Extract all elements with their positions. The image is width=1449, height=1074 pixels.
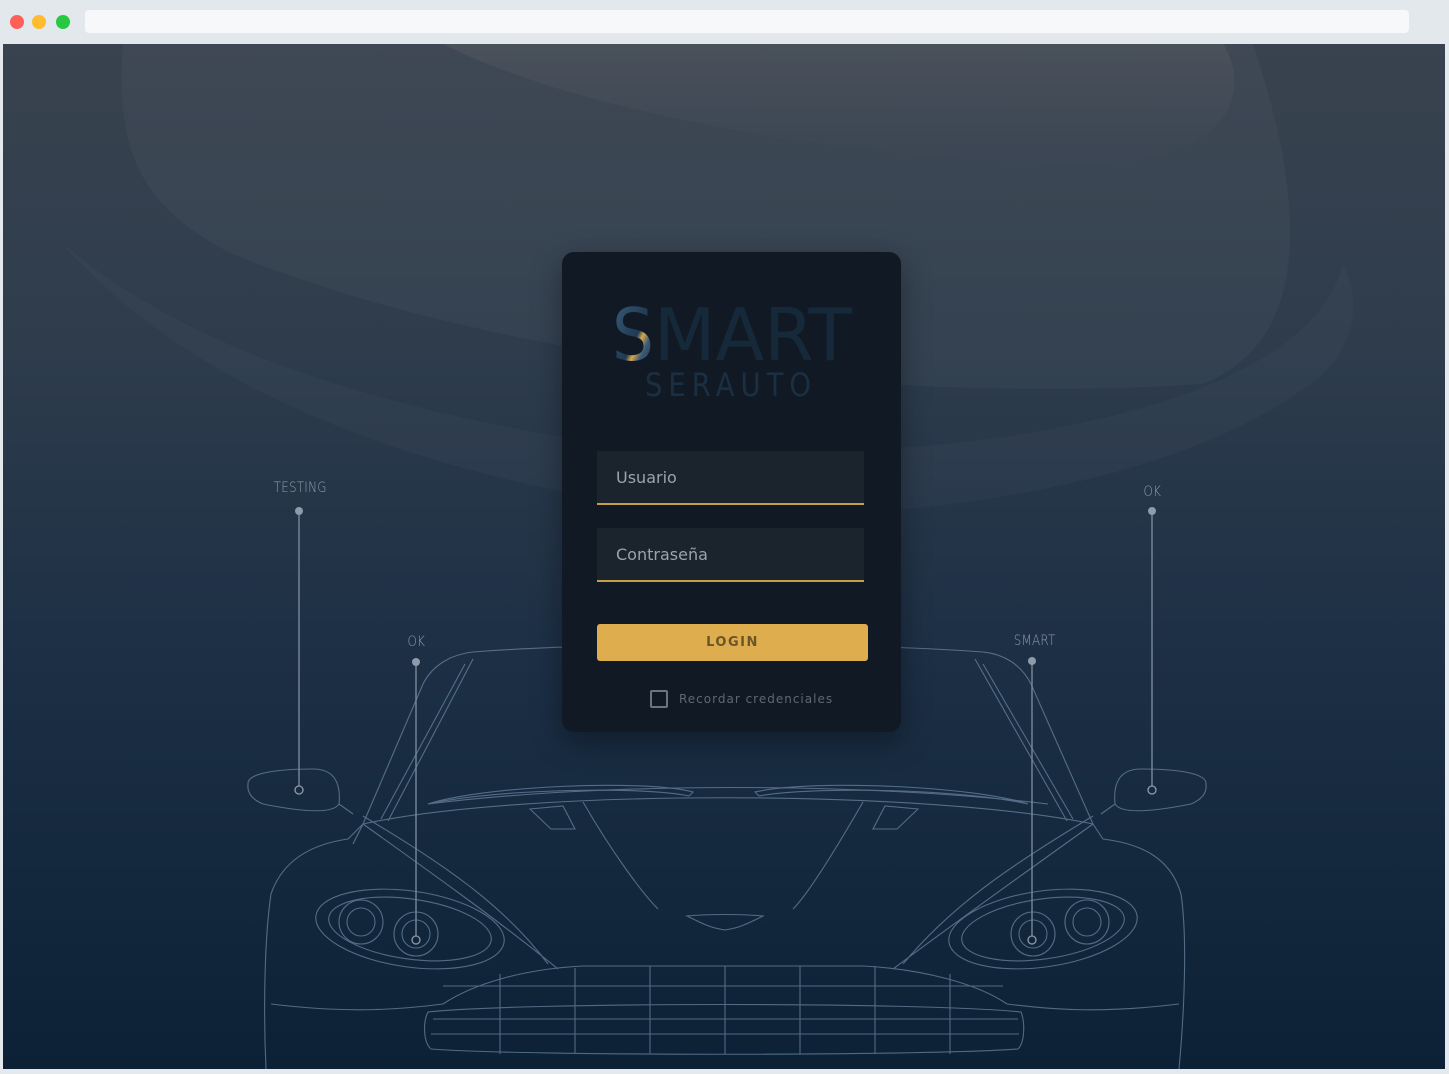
address-bar[interactable] [85, 10, 1409, 33]
maximize-window-icon[interactable] [56, 15, 70, 29]
close-window-icon[interactable] [10, 15, 24, 29]
username-input[interactable] [597, 451, 864, 503]
callout-ring [1027, 935, 1037, 945]
login-button[interactable]: LOGIN [597, 624, 868, 661]
callout-dot [412, 658, 420, 666]
password-input[interactable] [597, 528, 864, 580]
logo-s-letter: S [612, 296, 654, 377]
browser-chrome [0, 0, 1449, 44]
callout-label-ok-right: OK [1143, 484, 1162, 500]
callout-dot [1028, 657, 1036, 665]
callout-dot [295, 507, 303, 515]
remember-checkbox[interactable] [650, 690, 668, 708]
login-card: S MART SERAUTO LOGIN Recordar credencial… [562, 252, 901, 732]
callout-label-ok-left: OK [407, 634, 426, 650]
smart-serauto-logo: S MART SERAUTO [612, 296, 853, 404]
callout-dot [1148, 507, 1156, 515]
callout-ring [411, 935, 421, 945]
logo-bottom-text: SERAUTO [645, 366, 817, 404]
password-field[interactable] [597, 528, 864, 582]
remember-label[interactable]: Recordar credenciales [679, 692, 833, 706]
login-page: TESTING OK SMART OK S MART SERAUTO Usuar… [3, 44, 1445, 1069]
logo-top-text: MART [654, 296, 853, 377]
callout-label-smart: SMART [1013, 633, 1056, 649]
callout-ring [1147, 785, 1157, 795]
callout-ring [294, 785, 304, 795]
username-field[interactable] [597, 451, 864, 505]
callout-label-testing: TESTING [273, 480, 327, 496]
minimize-window-icon[interactable] [32, 15, 46, 29]
